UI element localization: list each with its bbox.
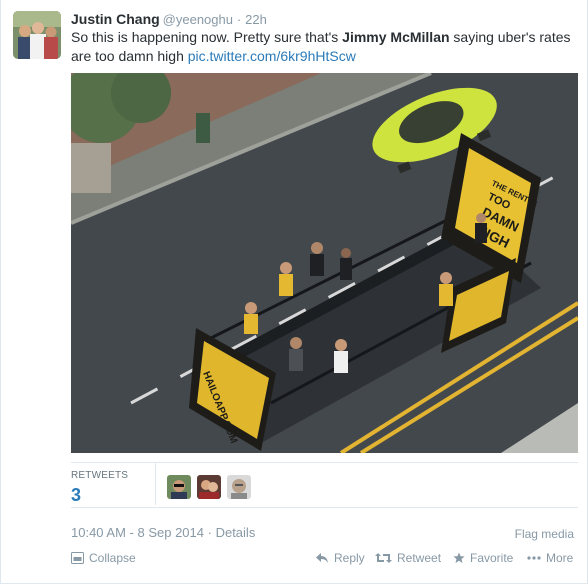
reply-button[interactable]: Reply [315,549,365,567]
more-dots-icon [527,556,541,560]
avatar[interactable] [13,11,61,59]
tweet-text-mention: Jimmy McMillan [342,29,450,45]
tweet-text: So this is happening now. Pretty sure th… [71,28,576,66]
reply-icon [315,552,329,564]
favorite-label: Favorite [470,551,514,565]
reply-label: Reply [334,551,365,565]
retweets-label: RETWEETS [71,470,129,481]
author-name[interactable]: Justin Chang [71,11,160,27]
more-label: More [546,551,574,565]
header-separator: · [236,12,242,27]
author-username[interactable]: @yeenoghu [163,12,233,27]
favorite-star-icon [453,552,465,564]
retweet-icon [375,552,392,564]
tweet-card: Justin Chang @yeenoghu · 22h So this is h… [0,0,588,584]
collapse-icon [71,552,84,564]
tweet-header: Justin Chang @yeenoghu · 22h [71,10,267,29]
tweet-stats: RETWEETS 3 [71,463,578,505]
collapse-button[interactable]: Collapse [71,549,136,567]
meta-separator: · [207,525,212,540]
retweet-button[interactable]: Retweet [375,549,441,567]
retweet-label: Retweet [397,551,442,565]
tweet-time-ago[interactable]: 22h [245,12,267,27]
stat-divider [155,463,156,505]
details-link[interactable]: Details [216,525,256,540]
tweet-photo[interactable]: THE RENT IS TOO DAMN HIGH HAILOAPP.COM [71,73,578,453]
tweet-media-link[interactable]: pic.twitter.com/6kr9hHtScw [188,48,356,64]
collapse-label: Collapse [89,551,136,565]
tweet-text-part: So this is happening now. Pretty sure th… [71,29,343,45]
tweet-timestamp[interactable]: 10:40 AM - 8 Sep 2014 [71,525,204,540]
retweeter-avatar[interactable] [197,475,221,499]
tweet-actions: Collapse Reply Retweet Favorite More [71,549,578,569]
retweeter-avatar[interactable] [167,475,191,499]
divider [71,507,578,508]
favorite-button[interactable]: Favorite [453,549,513,567]
retweets-count[interactable]: 3 [71,485,81,506]
tweet-meta: 10:40 AM - 8 Sep 2014 · Details [71,525,255,540]
flag-media-link[interactable]: Flag media [515,527,574,541]
retweeter-avatar[interactable] [227,475,251,499]
more-button[interactable]: More [527,549,573,567]
